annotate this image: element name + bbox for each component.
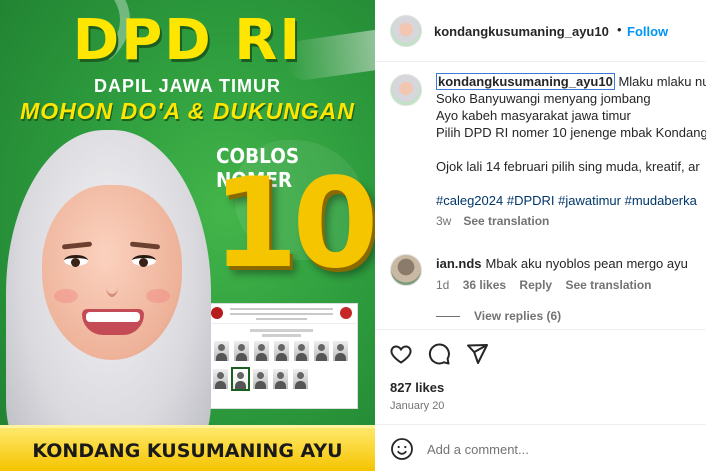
poster-subtitle: DAPIL JAWA TIMUR	[93, 76, 281, 96]
caption-hashtags[interactable]: #caleg2024 #DPDRI #jawatimur #mudaberka	[436, 192, 706, 209]
comment-item: ian.nds Mbak aku nyoblos pean mergo ayu 1…	[375, 250, 706, 300]
replies-dash	[436, 316, 460, 318]
ballot-candidate	[333, 341, 349, 361]
ballot-candidate	[293, 341, 309, 361]
separator-dot: •	[617, 22, 622, 37]
caption-text: kondangkusumaning_ayu10 Mlaku mlaku nu S…	[436, 73, 706, 230]
caption-line: Pilih DPD RI nomer 10 jenenge mbak Konda…	[436, 125, 706, 140]
ballot-candidate	[213, 369, 228, 389]
caption-gap	[436, 141, 706, 158]
ballot-section-label	[250, 329, 313, 332]
comment-meta: 1d 36 likes Reply See translation	[436, 278, 661, 292]
ballot-header-line	[230, 313, 333, 315]
action-icons	[389, 342, 489, 366]
ballot-header	[206, 304, 357, 324]
heart-icon[interactable]	[389, 342, 413, 366]
ballot-card	[205, 303, 358, 409]
comment-text: Mbak aku nyoblos pean mergo ayu	[485, 256, 688, 271]
commenter-username[interactable]: ian.nds	[436, 256, 482, 271]
eyebrow	[129, 241, 161, 250]
smile	[82, 309, 144, 335]
likes-count[interactable]: 827 likes	[390, 380, 444, 395]
candidate-name-banner: KONDANG KUSUMANING AYU	[0, 425, 375, 471]
follow-button[interactable]: Follow	[627, 24, 668, 39]
caption-line: Mlaku mlaku nu	[618, 74, 706, 89]
comment-likes[interactable]: 36 likes	[463, 278, 506, 292]
emoji-icon[interactable]	[390, 437, 414, 461]
comment-see-translation-link[interactable]: See translation	[565, 278, 651, 292]
caption-line: Ayo kabeh masyarakat jawa timur	[436, 108, 631, 123]
add-comment-bar	[375, 424, 706, 471]
eye	[132, 255, 156, 267]
comment-icon[interactable]	[427, 342, 451, 366]
post-header: kondangkusumaning_ayu10 • Follow	[375, 0, 706, 62]
ballot-row	[206, 337, 357, 361]
caption-meta: 3w See translation	[436, 213, 706, 230]
poster-title: DPD RI	[72, 8, 303, 73]
post-date: January 20	[390, 400, 445, 412]
garuda-logo	[340, 307, 352, 319]
view-replies-label: View replies (6)	[474, 309, 562, 323]
caption-first-line: kondangkusumaning_ayu10 Mlaku mlaku nu	[436, 73, 706, 90]
cheek	[146, 289, 170, 303]
ballot-candidate	[293, 369, 308, 389]
ballot-candidate	[313, 341, 329, 361]
poster-tagline: MOHON DO'A & DUKUNGAN	[20, 98, 355, 124]
commenter-avatar[interactable]	[390, 254, 422, 286]
see-translation-link[interactable]: See translation	[463, 214, 549, 228]
caption-time: 3w	[436, 214, 452, 228]
caption-avatar[interactable]	[390, 74, 422, 106]
comment-body: ian.nds Mbak aku nyoblos pean mergo ayu	[436, 256, 688, 271]
post-actions: 827 likes January 20	[375, 329, 706, 419]
ballot-candidate	[254, 341, 270, 361]
ballot-candidate	[234, 341, 250, 361]
cheek	[54, 289, 78, 303]
candidate-portrait	[0, 130, 215, 470]
post-details-panel: kondangkusumaning_ayu10 • Follow kondang…	[375, 0, 706, 471]
view-replies-button[interactable]: View replies (6)	[436, 309, 561, 323]
ballot-candidate	[214, 341, 230, 361]
caption-gap	[436, 175, 706, 192]
comment-input[interactable]	[427, 439, 687, 459]
header-username[interactable]: kondangkusumaning_ayu10	[434, 24, 609, 39]
ballot-candidate	[273, 369, 288, 389]
ballot-candidate-selected	[231, 367, 250, 391]
eye	[64, 255, 88, 267]
face	[42, 185, 182, 360]
post-image[interactable]: DPD RI DAPIL JAWA TIMUR MOHON DO'A & DUK…	[0, 0, 375, 471]
ballot-header-line	[230, 308, 333, 310]
ballot-row	[206, 361, 357, 391]
profile-avatar[interactable]	[390, 15, 422, 47]
caption-line: Soko Banyuwangi menyang jombang	[436, 91, 651, 106]
ballot-header-line	[256, 318, 307, 320]
share-icon[interactable]	[465, 342, 489, 366]
nose	[106, 275, 118, 297]
comment-reply-button[interactable]: Reply	[519, 278, 552, 292]
comment-time: 1d	[436, 278, 450, 292]
poster-candidate-number: 10	[212, 152, 375, 296]
ballot-candidate	[253, 369, 268, 389]
ballot-candidate	[273, 341, 289, 361]
eyebrow	[61, 241, 93, 250]
caption-username[interactable]: kondangkusumaning_ayu10	[436, 73, 615, 90]
caption-line: Ojok lali 14 februari pilih sing muda, k…	[436, 159, 700, 174]
